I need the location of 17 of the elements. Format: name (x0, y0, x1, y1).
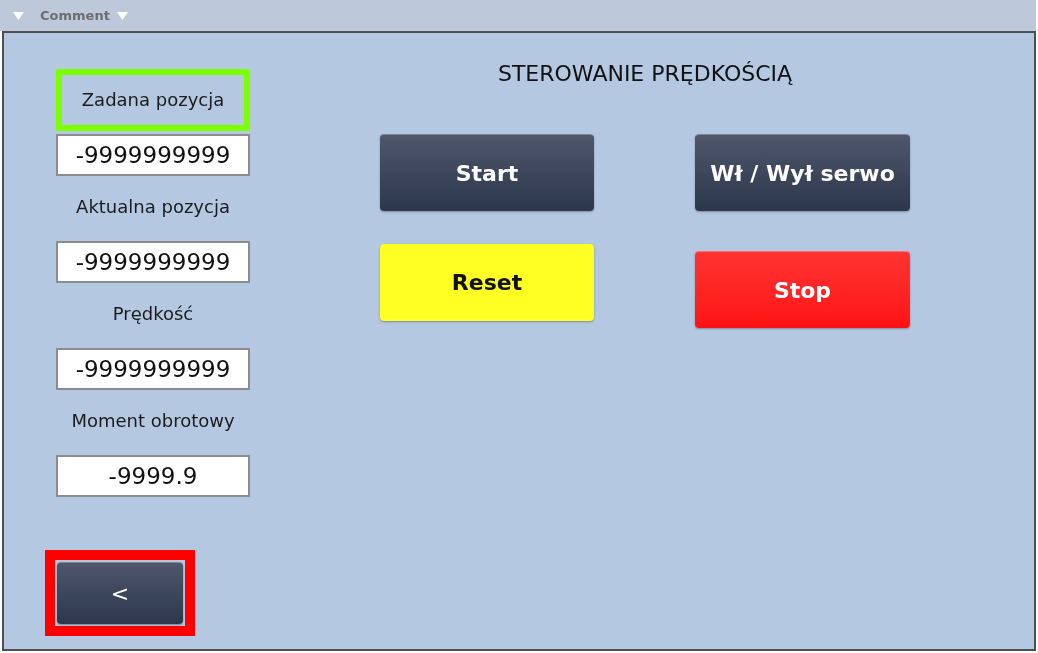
value-display: -9999999999 (56, 241, 250, 283)
back-button[interactable]: < (57, 562, 183, 624)
value-display: -9999999999 (56, 134, 250, 176)
action-button[interactable]: Stop (695, 251, 910, 328)
caret-down-icon[interactable] (116, 11, 128, 20)
field-label: Aktualna pozycja (76, 195, 230, 219)
section-title: STEROWANIE PRĘDKOŚCIĄ (497, 61, 793, 87)
field-label: Moment obrotowy (71, 409, 235, 433)
action-button[interactable]: Start (380, 134, 594, 211)
header-title: Comment (40, 9, 110, 22)
field-label: Zadana pozycja (81, 88, 225, 112)
field-label: Prędkość (112, 302, 194, 326)
value-display: -9999.9 (56, 455, 250, 497)
action-button[interactable]: Reset (380, 244, 594, 321)
caret-down-icon[interactable] (13, 11, 24, 20)
action-button[interactable]: Wł / Wył serwo (695, 134, 910, 211)
value-display: -9999999999 (56, 348, 250, 390)
